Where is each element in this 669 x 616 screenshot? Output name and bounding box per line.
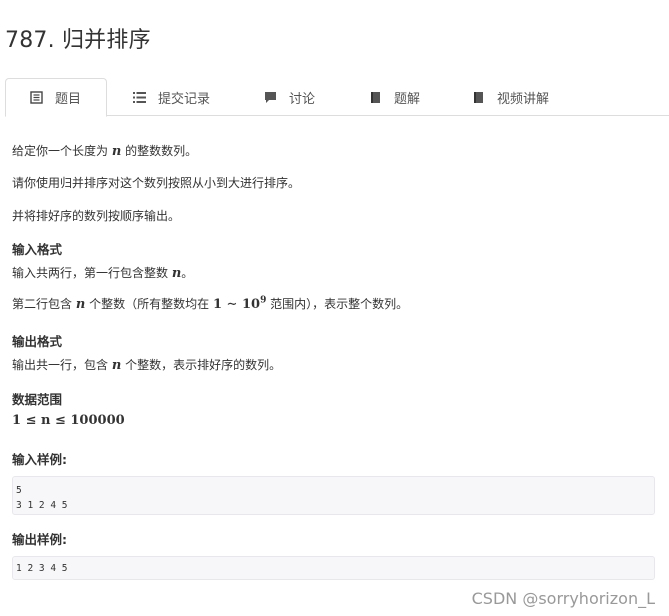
- output-format-line: 输出共一行，包含 n 个整数，表示排好序的数列。: [12, 358, 282, 373]
- data-range-heading: 数据范围: [12, 392, 63, 407]
- sample-input-block[interactable]: 5 3 1 2 4 5: [12, 476, 655, 515]
- math-var: n: [171, 266, 182, 281]
- problem-tabs: 题目 提交记录 讨论 题解 视频讲解: [5, 78, 669, 117]
- tab-submissions[interactable]: 提交记录: [133, 78, 210, 116]
- document-icon: [30, 91, 43, 104]
- tab-label: 讨论: [289, 91, 316, 107]
- book-icon: [472, 91, 485, 104]
- book-icon: [369, 91, 382, 104]
- math-var: n: [111, 144, 122, 159]
- tab-label: 提交记录: [158, 91, 211, 107]
- list-icon: [133, 91, 146, 104]
- description-line: 请你使用归并排序对这个数列按照从小到大进行排序。: [12, 176, 301, 190]
- description-line: 并将排好序的数列按顺序输出。: [12, 209, 181, 223]
- sample-input-heading: 输入样例:: [12, 452, 67, 467]
- description-line: 给定你一个长度为 n 的整数数列。: [12, 144, 198, 159]
- input-format-line: 第二行包含 n 个整数（所有整数均在 1 ∼ 109 范围内），表示整个数列。: [12, 295, 409, 312]
- tab-label: 视频讲解: [497, 91, 550, 107]
- math-var: n: [111, 358, 122, 373]
- tab-solutions[interactable]: 题解: [369, 78, 420, 116]
- sample-output-block[interactable]: 1 2 3 4 5: [12, 556, 655, 580]
- math-range: 1 ∼ 109: [212, 295, 267, 312]
- sample-output-heading: 输出样例:: [12, 532, 67, 547]
- input-format-line: 输入共两行，第一行包含整数 n。: [12, 266, 194, 281]
- comment-icon: [264, 91, 277, 104]
- data-range-formula: 1 ≤ n ≤ 100000: [12, 413, 125, 428]
- watermark: CSDN @sorryhorizon_L: [471, 589, 655, 608]
- tab-discussion[interactable]: 讨论: [264, 78, 315, 116]
- tab-problem[interactable]: 题目: [5, 78, 107, 117]
- tab-video[interactable]: 视频讲解: [472, 78, 549, 116]
- tab-label: 题解: [394, 91, 421, 107]
- math-var: n: [75, 297, 86, 312]
- tab-label: 题目: [55, 92, 82, 107]
- page-title: 787. 归并排序: [5, 28, 151, 53]
- input-format-heading: 输入格式: [12, 242, 63, 257]
- output-format-heading: 输出格式: [12, 334, 63, 349]
